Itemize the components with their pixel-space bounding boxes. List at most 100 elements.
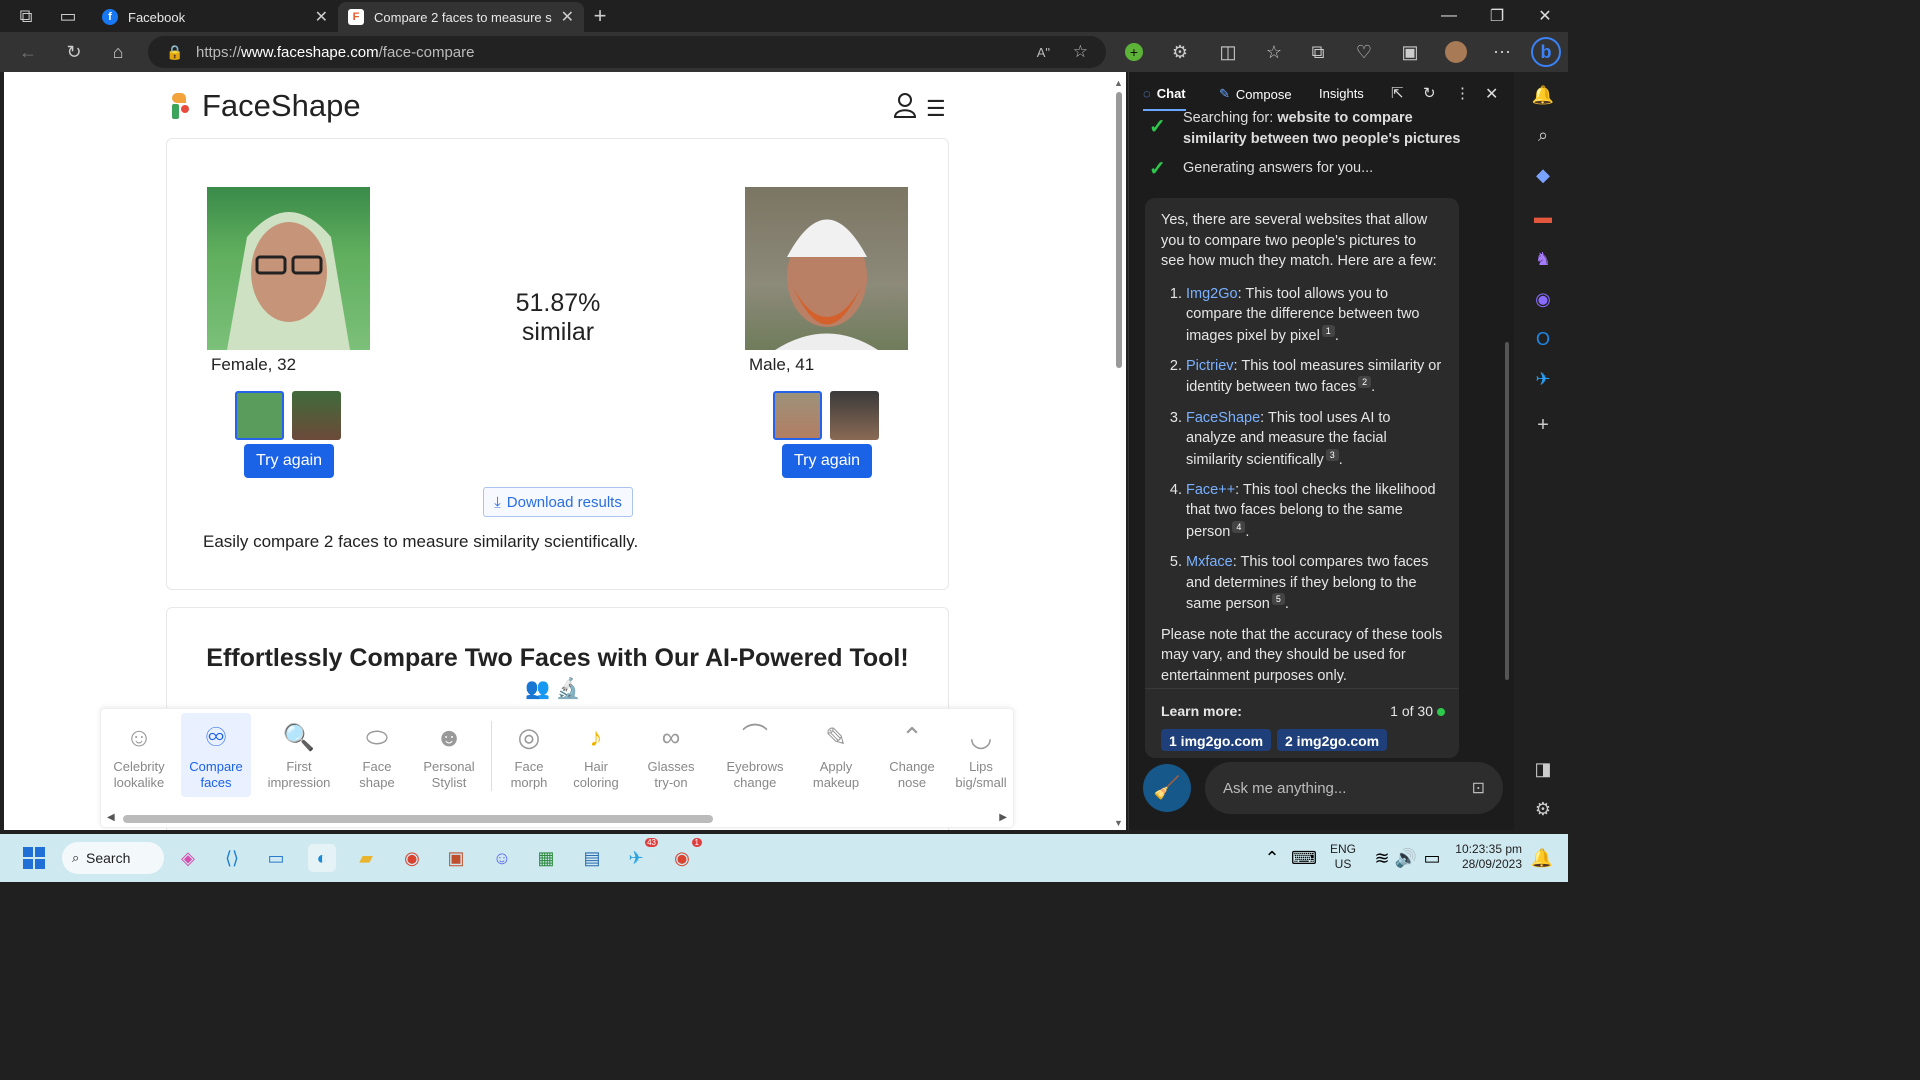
tools-scrollbar[interactable]: ◀ ▶ <box>101 809 1013 827</box>
citation[interactable]: 4 <box>1232 520 1246 533</box>
tool-hair-coloring[interactable]: ♪ Hair coloring <box>563 713 629 797</box>
tool-face-shape[interactable]: ⬭ Face shape <box>345 713 409 797</box>
right-try-again-button[interactable]: Try again <box>782 444 872 478</box>
clock[interactable]: 10:23:35 pm 28/09/2023 <box>1450 842 1522 872</box>
bing-copilot-icon[interactable]: b <box>1530 36 1562 68</box>
citation[interactable]: 5 <box>1271 593 1285 606</box>
notepad-icon[interactable]: ▤ <box>578 844 606 872</box>
image-search-icon[interactable]: ⊡ <box>1472 778 1485 798</box>
scroll-left-icon[interactable]: ◀ <box>107 812 115 823</box>
extension-green-icon[interactable]: + <box>1122 40 1146 64</box>
tab-compare-faces[interactable]: F Compare 2 faces to measure sim ✕ <box>338 2 584 32</box>
screenshot-icon[interactable]: ▣ <box>1398 40 1422 64</box>
minimize-icon[interactable]: — <box>1426 0 1472 32</box>
tools-icon[interactable]: ▬ <box>1532 206 1554 228</box>
left-thumb-selected[interactable] <box>235 391 284 440</box>
tool-eyebrows-change[interactable]: ⌒ Eyebrows change <box>715 713 795 797</box>
edge-icon[interactable]: ◐ <box>308 844 336 872</box>
photo-app-icon[interactable]: ▣ <box>442 844 470 872</box>
new-tab-icon[interactable]: + <box>588 3 612 28</box>
result-link[interactable]: Pictriev <box>1186 358 1234 374</box>
tab-chat[interactable]: ◌ Chat <box>1143 86 1186 111</box>
add-icon[interactable]: + <box>1532 414 1554 436</box>
result-link[interactable]: Img2Go <box>1186 286 1238 302</box>
scroll-up-icon[interactable]: ▲ <box>1114 78 1123 88</box>
keyboard-icon[interactable]: ⌨ <box>1290 844 1318 872</box>
tab-facebook[interactable]: f Facebook ✕ <box>92 2 338 32</box>
citation[interactable]: 1 <box>1321 324 1335 337</box>
open-in-new-icon[interactable]: ⇱ <box>1391 84 1404 102</box>
shopping-icon[interactable]: ◆ <box>1532 164 1554 186</box>
citation[interactable]: 2 <box>1358 376 1372 389</box>
sidebar-toggle-icon[interactable]: ◨ <box>1532 758 1554 780</box>
refresh-chat-icon[interactable]: ↻ <box>1423 84 1436 102</box>
result-link[interactable]: Mxface <box>1186 554 1233 570</box>
home-icon[interactable]: ⌂ <box>106 40 130 64</box>
battery-icon[interactable]: ▭ <box>1418 844 1446 872</box>
new-topic-button[interactable]: 🧹 <box>1143 764 1191 812</box>
chrome-icon[interactable]: ◉ <box>398 844 426 872</box>
volume-icon[interactable]: 🔊 <box>1392 844 1420 872</box>
discord-icon[interactable]: ☺ <box>488 844 516 872</box>
desktop-icon[interactable]: ▭ <box>262 844 290 872</box>
hamburger-menu-icon[interactable]: ☰ <box>926 96 946 122</box>
result-link[interactable]: Face++ <box>1186 482 1235 498</box>
start-icon[interactable] <box>20 844 48 872</box>
chip-app-icon[interactable]: ▦ <box>532 844 560 872</box>
show-hidden-icons-icon[interactable]: ⌃ <box>1258 844 1286 872</box>
tool-change-nose[interactable]: ⌃ Change nose <box>879 713 945 797</box>
copilot-rail-icon[interactable]: ◉ <box>1532 288 1554 310</box>
close-sidebar-icon[interactable]: ✕ <box>1485 84 1498 104</box>
chrome-profile-icon[interactable]: ◉ 1 <box>668 838 702 872</box>
tools-scroll-thumb[interactable] <box>123 815 713 823</box>
outlook-icon[interactable]: O <box>1532 328 1554 350</box>
left-try-again-button[interactable]: Try again <box>244 444 334 478</box>
tab-compose[interactable]: ✎ Compose <box>1219 86 1292 102</box>
performance-icon[interactable]: ♡ <box>1352 40 1376 64</box>
citation[interactable]: 3 <box>1325 448 1339 461</box>
more-options-icon[interactable]: ⋮ <box>1455 84 1470 102</box>
widgets-icon[interactable]: ◈ <box>174 844 202 872</box>
tool-glasses-try-on[interactable]: ∞ Glasses try-on <box>635 713 707 797</box>
close-tab-icon[interactable]: ✕ <box>315 7 328 27</box>
language-indicator[interactable]: ENG US <box>1330 842 1356 872</box>
notifications-icon[interactable]: 🔔 <box>1532 84 1554 106</box>
tab-actions-icon[interactable]: ▭ <box>56 4 80 28</box>
read-aloud-icon[interactable]: A" <box>1037 45 1050 60</box>
vscode-icon[interactable]: ⟨⟩ <box>218 844 246 872</box>
extensions-icon[interactable]: ⚙ <box>1168 40 1192 64</box>
right-thumb-selected[interactable] <box>773 391 822 440</box>
scroll-right-icon[interactable]: ▶ <box>999 812 1007 823</box>
back-icon[interactable]: ← <box>16 40 40 64</box>
settings-icon[interactable]: ⚙ <box>1532 798 1554 820</box>
collections-icon[interactable]: ⧉ <box>1306 40 1330 64</box>
tool-celebrity-lookalike[interactable]: ☺ Celebrity lookalike <box>105 713 173 797</box>
file-explorer-icon[interactable]: ▰ <box>352 844 380 872</box>
close-window-icon[interactable]: ✕ <box>1522 0 1568 32</box>
page-scroll-thumb[interactable] <box>1116 92 1122 368</box>
favorites-icon[interactable]: ☆ <box>1262 40 1286 64</box>
search-icon[interactable]: ⌕ <box>1532 124 1554 146</box>
tab-insights[interactable]: Insights <box>1319 86 1364 101</box>
download-results-button[interactable]: ⤓ Download results <box>483 487 633 517</box>
more-menu-icon[interactable]: ⋯ <box>1490 40 1514 64</box>
taskbar-search[interactable]: ⌕ Search <box>62 842 164 874</box>
avatar[interactable] <box>1444 40 1468 64</box>
user-icon[interactable] <box>893 92 917 118</box>
faceshape-logo[interactable]: FaceShape <box>172 88 361 124</box>
refresh-icon[interactable]: ↻ <box>62 40 86 64</box>
ask-input[interactable]: Ask me anything... ⊡ <box>1205 762 1503 814</box>
notification-bell-icon[interactable]: 🔔 <box>1528 844 1556 872</box>
tool-lips[interactable]: ◡ Lips big/small <box>949 713 1013 797</box>
workspaces-icon[interactable]: ⧉ <box>14 4 38 28</box>
left-thumb-alt[interactable] <box>292 391 341 440</box>
telegram-icon[interactable]: ✈ 43 <box>622 838 658 872</box>
close-tab-icon[interactable]: ✕ <box>561 7 574 27</box>
split-screen-icon[interactable]: ◫ <box>1216 40 1240 64</box>
page-scrollbar[interactable]: ▲ ▼ <box>1114 78 1124 828</box>
favorite-star-icon[interactable]: ☆ <box>1073 42 1088 62</box>
result-link[interactable]: FaceShape <box>1186 410 1260 426</box>
tool-first-impression[interactable]: 🔍 First impression <box>259 713 339 797</box>
source-chip[interactable]: 2 img2go.com <box>1277 729 1388 751</box>
address-bar[interactable]: 🔒 https://www.faceshape.com/face-compare… <box>148 36 1106 68</box>
